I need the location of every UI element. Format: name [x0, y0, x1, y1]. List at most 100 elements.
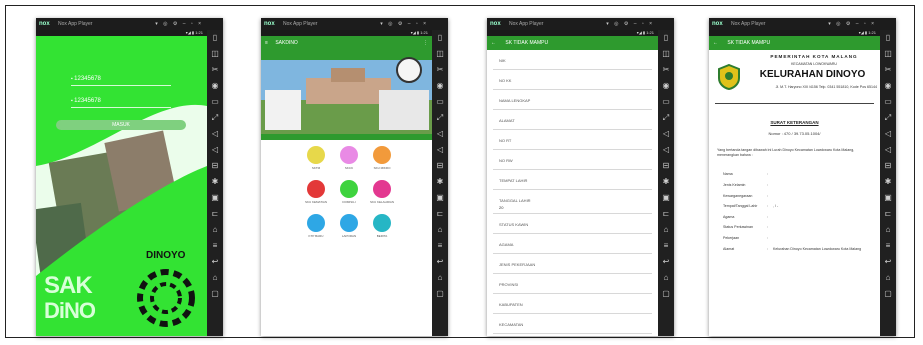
menu-icon[interactable]: ≡ — [658, 238, 674, 254]
volume-down-icon[interactable]: ◁ — [880, 142, 896, 158]
overflow-icon[interactable]: ⋮ — [423, 36, 428, 50]
home-icon[interactable]: ⌂ — [207, 270, 223, 286]
form-field[interactable]: NO KK — [493, 70, 652, 90]
camera-icon[interactable]: ◫ — [207, 46, 223, 62]
menu-icon[interactable]: ≡ — [432, 238, 448, 254]
expand-icon[interactable]: ⤢ — [432, 110, 448, 126]
share-icon[interactable]: ⊏ — [207, 206, 223, 222]
volume-down-icon[interactable]: ◁ — [658, 142, 674, 158]
install-icon[interactable]: ⊟ — [658, 158, 674, 174]
back-icon[interactable]: ↩ — [432, 254, 448, 270]
form-field[interactable]: AGAMA — [493, 234, 652, 254]
trash-icon[interactable]: ▯ — [880, 30, 896, 46]
location-icon[interactable]: ◉ — [432, 78, 448, 94]
volume-up-icon[interactable]: ◁ — [658, 126, 674, 142]
share-icon[interactable]: ⊏ — [880, 206, 896, 222]
share-icon[interactable]: ⊏ — [658, 206, 674, 222]
form-field[interactable]: TANGGAL LAHIR 20 — [493, 190, 652, 214]
volume-up-icon[interactable]: ◁ — [880, 126, 896, 142]
location-icon[interactable]: ◉ — [880, 78, 896, 94]
location-icon[interactable]: ◉ — [207, 78, 223, 94]
password-input[interactable]: ▪ 12345678 — [71, 98, 171, 108]
trash-icon[interactable]: ▯ — [432, 30, 448, 46]
menu-item[interactable]: LAPORAN — [334, 214, 364, 238]
window-controls[interactable]: ▾ ◎ ⚙ – ▫ × — [828, 18, 876, 30]
form-field[interactable]: JENIS PEKERJAAN — [493, 254, 652, 274]
menu-item[interactable]: SKU MIKRO — [367, 146, 397, 170]
form-field[interactable]: KECAMATAN — [493, 314, 652, 334]
home-icon[interactable]: ⌂ — [880, 270, 896, 286]
install-icon[interactable]: ⊟ — [207, 158, 223, 174]
home-icon[interactable]: ⌂ — [658, 270, 674, 286]
more-icon[interactable]: ⌂ — [432, 222, 448, 238]
screen-icon[interactable]: ▭ — [432, 94, 448, 110]
expand-icon[interactable]: ⤢ — [207, 110, 223, 126]
record-icon[interactable]: ▣ — [880, 190, 896, 206]
volume-up-icon[interactable]: ◁ — [207, 126, 223, 142]
login-button[interactable]: MASUK — [56, 120, 186, 130]
shake-icon[interactable]: ✱ — [432, 174, 448, 190]
menu-item[interactable]: KTP BARU — [301, 214, 331, 238]
window-controls[interactable]: ▾ ◎ ⚙ – ▫ × — [155, 18, 203, 30]
menu-icon[interactable]: ≡ — [207, 238, 223, 254]
form-field[interactable]: NIK — [493, 50, 652, 70]
form-field[interactable]: ALAMAT — [493, 110, 652, 130]
install-icon[interactable]: ⊟ — [432, 158, 448, 174]
window-controls[interactable]: ▾ ◎ ⚙ – ▫ × — [606, 18, 654, 30]
form-field[interactable]: TEMPAT LAHIR — [493, 170, 652, 190]
location-icon[interactable]: ◉ — [658, 78, 674, 94]
recent-icon[interactable]: ▢ — [207, 286, 223, 302]
form-field[interactable]: NAMA LENGKAP — [493, 90, 652, 110]
volume-up-icon[interactable]: ◁ — [432, 126, 448, 142]
trash-icon[interactable]: ▯ — [658, 30, 674, 46]
scissors-icon[interactable]: ✂ — [207, 62, 223, 78]
back-icon[interactable]: ↩ — [658, 254, 674, 270]
record-icon[interactable]: ▣ — [658, 190, 674, 206]
more-icon[interactable]: ⌂ — [880, 222, 896, 238]
menu-icon[interactable]: ≡ — [880, 238, 896, 254]
shake-icon[interactable]: ✱ — [658, 174, 674, 190]
screen-icon[interactable]: ▭ — [658, 94, 674, 110]
form-field[interactable]: PROVINSI — [493, 274, 652, 294]
menu-item[interactable]: SKTM — [301, 146, 331, 170]
camera-icon[interactable]: ◫ — [658, 46, 674, 62]
install-icon[interactable]: ⊟ — [880, 158, 896, 174]
record-icon[interactable]: ▣ — [432, 190, 448, 206]
camera-icon[interactable]: ◫ — [880, 46, 896, 62]
back-arrow-icon[interactable]: ← — [713, 40, 718, 46]
menu-item[interactable]: DOMISILI — [334, 180, 364, 204]
back-icon[interactable]: ↩ — [880, 254, 896, 270]
scissors-icon[interactable]: ✂ — [658, 62, 674, 78]
menu-item[interactable]: SKU KELAHIRAN — [367, 180, 397, 204]
scissors-icon[interactable]: ✂ — [880, 62, 896, 78]
form-field[interactable]: KABUPATEN — [493, 294, 652, 314]
hamburger-icon[interactable]: ≡ — [265, 40, 269, 46]
menu-item[interactable]: SKU KEMATIAN — [301, 180, 331, 204]
form-field[interactable]: NO RW — [493, 150, 652, 170]
back-icon[interactable]: ↩ — [207, 254, 223, 270]
shake-icon[interactable]: ✱ — [207, 174, 223, 190]
recent-icon[interactable]: ▢ — [880, 286, 896, 302]
more-icon[interactable]: ⌂ — [207, 222, 223, 238]
back-arrow-icon[interactable]: ← — [491, 40, 496, 46]
username-input[interactable]: ▪ 12345678 — [71, 76, 171, 86]
more-icon[interactable]: ⌂ — [658, 222, 674, 238]
window-controls[interactable]: ▾ ◎ ⚙ – ▫ × — [380, 18, 428, 30]
camera-icon[interactable]: ◫ — [432, 46, 448, 62]
menu-item[interactable]: SKCK — [334, 146, 364, 170]
trash-icon[interactable]: ▯ — [207, 30, 223, 46]
form-field[interactable]: STATUS KAWIN — [493, 214, 652, 234]
recent-icon[interactable]: ▢ — [658, 286, 674, 302]
shake-icon[interactable]: ✱ — [880, 174, 896, 190]
record-icon[interactable]: ▣ — [207, 190, 223, 206]
expand-icon[interactable]: ⤢ — [658, 110, 674, 126]
expand-icon[interactable]: ⤢ — [880, 110, 896, 126]
screen-icon[interactable]: ▭ — [207, 94, 223, 110]
recent-icon[interactable]: ▢ — [432, 286, 448, 302]
form-field[interactable]: NO RT — [493, 130, 652, 150]
volume-down-icon[interactable]: ◁ — [432, 142, 448, 158]
home-icon[interactable]: ⌂ — [432, 270, 448, 286]
screen-icon[interactable]: ▭ — [880, 94, 896, 110]
menu-item[interactable]: BERITA — [367, 214, 397, 238]
share-icon[interactable]: ⊏ — [432, 206, 448, 222]
